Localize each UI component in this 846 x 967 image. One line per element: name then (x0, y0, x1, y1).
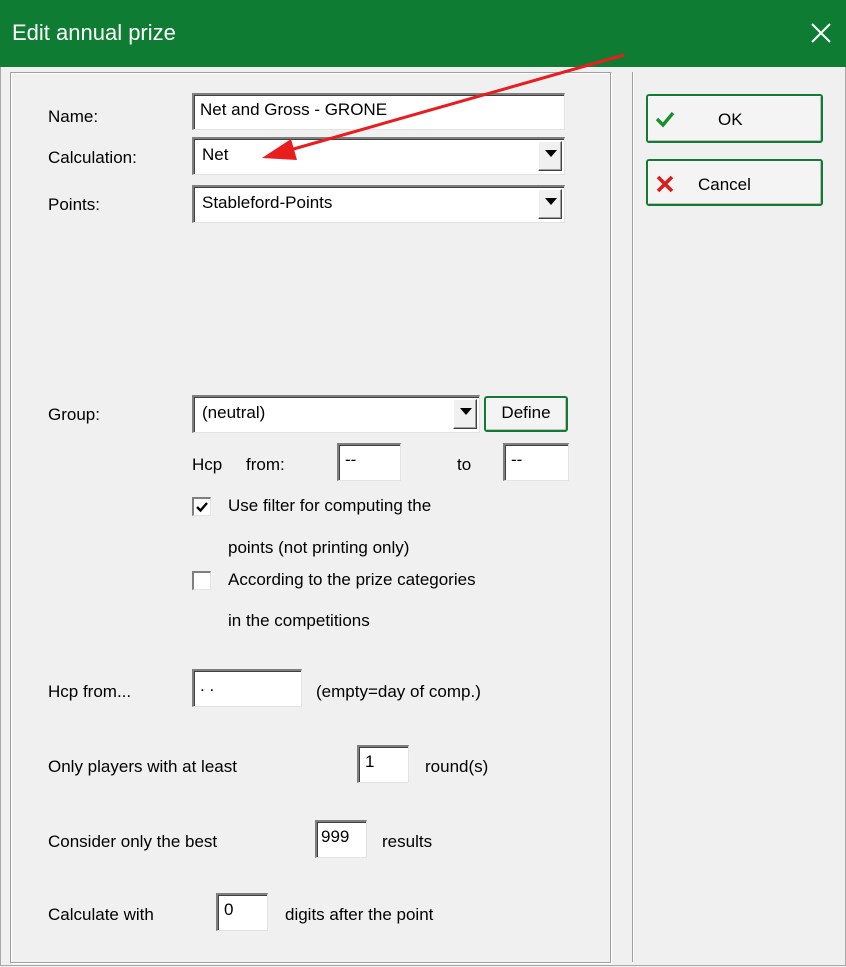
cancel-label: Cancel (698, 175, 751, 194)
group-value: (neutral) (192, 395, 480, 433)
prize-categories-label-line2[interactable]: in the competitions (228, 611, 370, 631)
points-label: Points: (48, 195, 100, 214)
ok-button[interactable]: OK (646, 94, 823, 143)
use-filter-label-line1[interactable]: Use filter for computing the (228, 496, 431, 516)
name-label: Name: (48, 107, 99, 126)
chevron-down-icon[interactable] (538, 141, 562, 171)
hcp-to-input[interactable]: -- (503, 443, 569, 481)
group-label: Group: (48, 405, 100, 424)
prize-categories-checkbox[interactable] (192, 571, 211, 590)
group-select[interactable]: (neutral) (192, 395, 480, 433)
calculate-with-label: Calculate with (48, 905, 154, 924)
calculation-value: Net (192, 137, 565, 175)
use-filter-checkbox[interactable] (192, 497, 211, 516)
window-title: Edit annual prize (12, 20, 176, 45)
min-rounds-label: Only players with at least (48, 757, 237, 776)
chevron-down-icon[interactable] (538, 189, 562, 219)
cancel-button[interactable]: Cancel (646, 159, 823, 206)
checkmark-icon (196, 502, 208, 513)
hcp-from-date-label: Hcp from... (48, 682, 132, 701)
hcp-from-input[interactable]: -- (337, 443, 401, 481)
results-label: results (382, 832, 433, 851)
from-label: from: (246, 455, 285, 474)
rounds-label: round(s) (425, 757, 489, 776)
digits-input[interactable]: 0 (216, 893, 268, 931)
checkmark-icon (655, 111, 675, 128)
calculation-label: Calculation: (48, 148, 137, 167)
points-select[interactable]: Stableford-Points (192, 185, 565, 223)
define-button[interactable]: Define (484, 396, 568, 432)
hcp-label: Hcp (192, 455, 223, 474)
close-icon (656, 175, 674, 193)
hcp-date-hint: (empty=day of comp.) (316, 682, 481, 701)
name-input[interactable]: Net and Gross - GRONE (192, 93, 565, 130)
min-rounds-input[interactable]: 1 (357, 745, 409, 783)
hcp-date-input[interactable]: . . (192, 669, 302, 707)
ok-label: OK (718, 110, 743, 129)
calculation-select[interactable]: Net (192, 137, 565, 175)
use-filter-label-line2[interactable]: points (not printing only) (228, 538, 409, 558)
best-results-input[interactable]: 999 (315, 820, 367, 858)
digits-label: digits after the point (285, 905, 434, 924)
title-bar: Edit annual prize (0, 0, 846, 67)
close-icon (811, 23, 831, 43)
prize-categories-label-line1[interactable]: According to the prize categories (228, 570, 476, 590)
to-label: to (457, 455, 472, 474)
chevron-down-icon[interactable] (453, 399, 477, 429)
best-results-label: Consider only the best (48, 832, 218, 851)
close-button[interactable] (796, 0, 846, 67)
points-value: Stableford-Points (192, 185, 565, 223)
